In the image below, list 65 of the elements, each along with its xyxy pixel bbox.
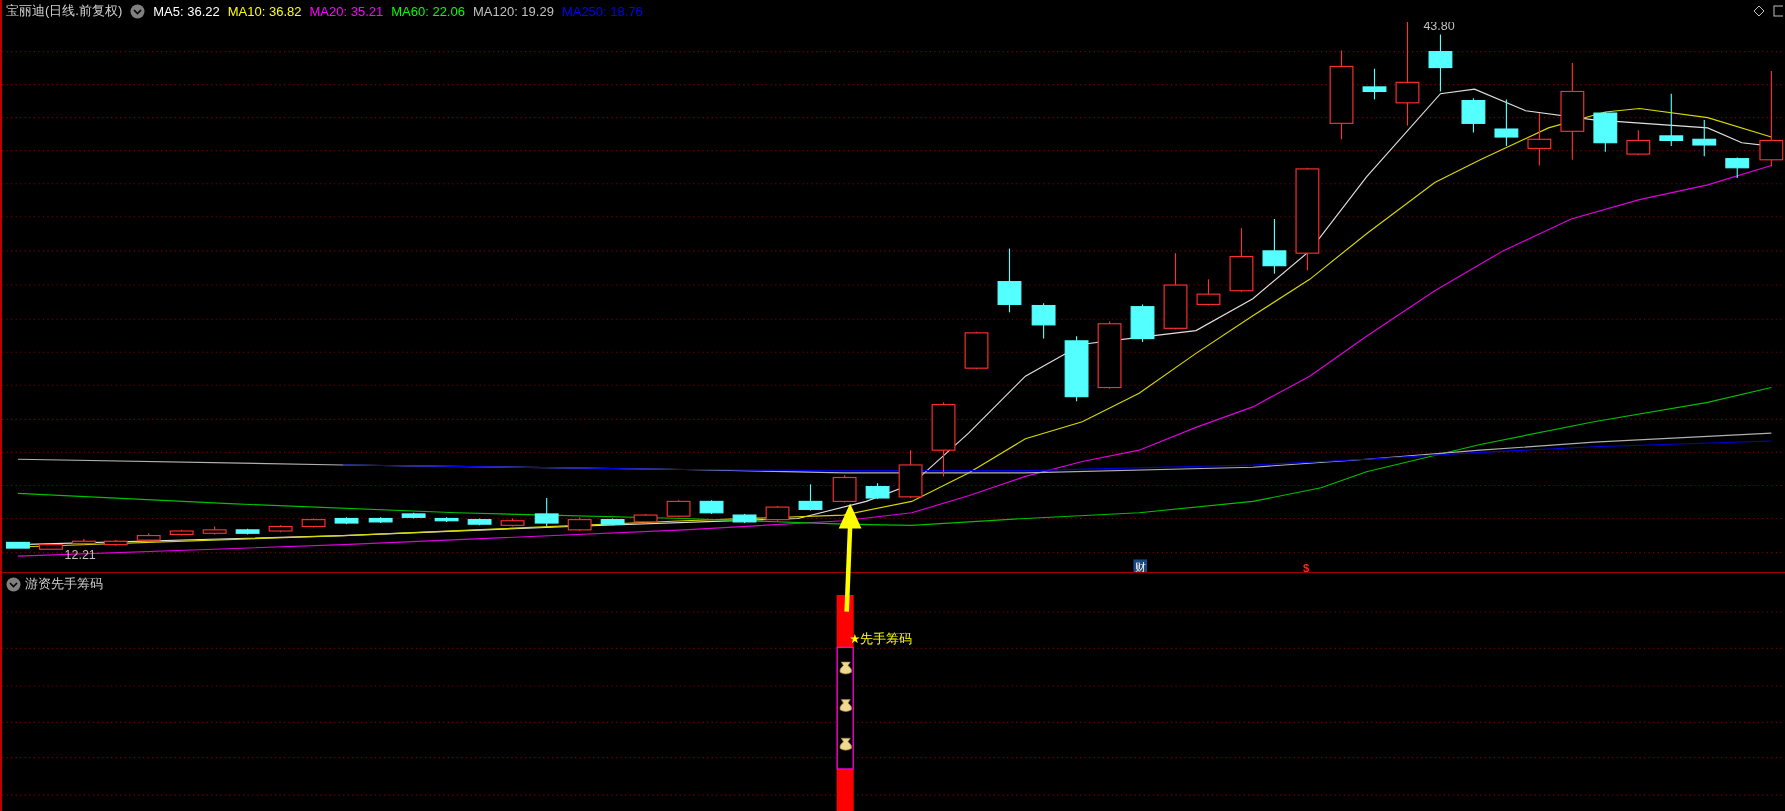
candlestick [368, 516, 393, 524]
dividend-marker[interactable]: $ [1303, 562, 1310, 572]
candlestick [1262, 218, 1287, 275]
candlestick [865, 482, 890, 500]
chart-title: 宝丽迪(日线.前复权) [6, 2, 123, 20]
moving-average-label: MA250: 18.76 [561, 3, 643, 19]
candlestick [500, 517, 525, 528]
finance-marker[interactable]: 财 [1133, 559, 1148, 572]
candlestick [666, 499, 691, 518]
candlestick [633, 513, 658, 524]
indicator-title: 游资先手筹码 [25, 575, 103, 593]
candlestick [1362, 68, 1387, 100]
candlestick [5, 541, 30, 549]
candlestick [997, 248, 1022, 313]
candlestick [898, 449, 923, 499]
candlestick [169, 529, 194, 537]
candlestick [136, 532, 161, 542]
candlestick [1626, 129, 1651, 156]
money-bag-icon [839, 737, 852, 751]
candlestick [1064, 335, 1089, 402]
candlestick [38, 544, 63, 550]
candlestick [71, 538, 96, 546]
candlestick [1725, 156, 1750, 179]
candlestick [1494, 98, 1519, 147]
candlestick [1196, 278, 1221, 307]
moving-average-label: MA5: 36.22 [153, 3, 220, 19]
candlestick [534, 497, 559, 528]
moving-average-label: MA120: 19.29 [472, 3, 554, 19]
candlestick [765, 505, 790, 522]
money-bag-icon [839, 699, 852, 712]
candlestick [1130, 303, 1155, 343]
moving-average-label: MA20: 35.21 [309, 3, 384, 19]
candlestick [699, 499, 724, 515]
candlestick [798, 483, 823, 512]
candlestick [1229, 227, 1254, 293]
candlestick [268, 524, 293, 533]
candlestick [567, 516, 592, 532]
high-price-label: 43.80 [1423, 22, 1455, 33]
candlestick [401, 512, 426, 520]
candlestick [235, 528, 260, 535]
candlestick [732, 513, 757, 524]
candlestick [202, 525, 227, 535]
candlestick [467, 517, 492, 526]
candlestick [1692, 119, 1717, 157]
moving-average-label: MA60: 22.06 [391, 3, 465, 19]
candlestick [1461, 97, 1486, 134]
candlestick [964, 331, 989, 370]
candlestick [1593, 111, 1618, 153]
window-icon[interactable] [1773, 5, 1783, 17]
candlestick [1097, 320, 1122, 390]
collapse-icon[interactable] [130, 3, 146, 19]
candlestick [832, 474, 857, 504]
candlestick [334, 516, 359, 525]
candlestick [1527, 112, 1552, 167]
candlestick [1659, 93, 1684, 147]
candlestick [103, 539, 128, 547]
candlestick [1031, 302, 1056, 340]
money-bag-icon [839, 661, 852, 675]
candlestick [301, 517, 326, 529]
diamond-icon[interactable] [1753, 5, 1765, 17]
candlestick [600, 517, 625, 526]
candlestick [434, 516, 459, 523]
moving-average-label: MA10: 36.82 [227, 3, 302, 19]
candlestick [1428, 33, 1453, 93]
collapse-icon[interactable] [6, 576, 21, 592]
